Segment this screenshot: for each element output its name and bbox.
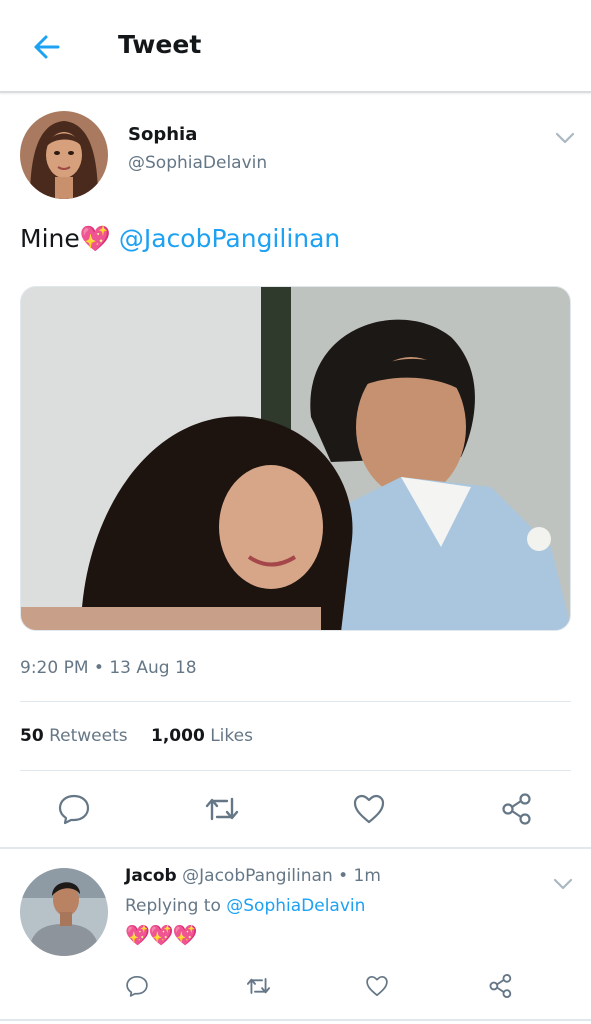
retweet-icon	[246, 978, 271, 994]
comment-icon	[126, 975, 148, 997]
likes-stat[interactable]: 1,000 Likes	[151, 726, 253, 746]
retweet-button[interactable]	[203, 792, 241, 826]
reply-options-button[interactable]	[552, 876, 574, 890]
replying-to-link[interactable]: @SophiaDelavin	[226, 896, 365, 916]
reply-author-handle[interactable]: @JacobPangilinan	[182, 866, 333, 886]
retweets-count: 50	[20, 726, 44, 746]
divider	[20, 701, 571, 702]
like-button[interactable]	[352, 792, 386, 826]
section-separator	[0, 847, 591, 849]
heart-icon	[366, 975, 388, 997]
page-title: Tweet	[118, 30, 202, 59]
reply-like-button[interactable]	[365, 974, 389, 998]
retweets-stat[interactable]: 50 Retweets	[20, 726, 128, 746]
tweet-text: Mine💖 @JacobPangilinan	[20, 224, 340, 254]
mention-link[interactable]: @JacobPangilinan	[119, 224, 340, 253]
section-separator	[0, 1019, 591, 1021]
likes-count: 1,000	[151, 726, 205, 746]
top-app-bar: Tweet	[0, 0, 591, 93]
comment-icon	[58, 794, 90, 825]
replying-to: Replying to @SophiaDelavin	[125, 896, 365, 916]
reply-reply-button[interactable]	[125, 974, 149, 998]
tweet-body: Mine	[20, 224, 80, 253]
reply-author-avatar[interactable]	[20, 868, 108, 956]
tweet-options-button[interactable]	[554, 130, 576, 144]
reply-author: Jacob @JacobPangilinan • 1m	[125, 866, 381, 886]
tweet-timestamp: 9:20 PM • 13 Aug 18	[20, 658, 197, 678]
share-icon	[489, 973, 512, 999]
author-handle[interactable]: @SophiaDelavin	[128, 153, 267, 173]
reply-share-button[interactable]	[487, 973, 513, 999]
chevron-down-icon	[553, 878, 573, 890]
reply-author-name[interactable]: Jacob	[125, 866, 177, 886]
retweets-label: Retweets	[49, 726, 128, 746]
replying-prefix: Replying to	[125, 896, 221, 916]
share-button[interactable]	[499, 792, 533, 826]
reply-retweet-button[interactable]	[245, 974, 272, 998]
author-avatar[interactable]	[20, 111, 108, 199]
tweet-media[interactable]	[20, 286, 571, 631]
sparkling-heart-emoji: 💖	[79, 224, 111, 253]
back-button[interactable]	[28, 28, 66, 66]
reply-text: 💖💖💖	[125, 923, 198, 947]
chevron-down-icon	[555, 132, 575, 144]
retweet-icon	[205, 797, 239, 821]
reply-time: • 1m	[338, 866, 381, 886]
arrow-left-icon	[34, 35, 60, 59]
reply-button[interactable]	[57, 792, 91, 826]
divider	[20, 770, 571, 771]
tweet-stats: 50 Retweets 1,000 Likes	[20, 726, 271, 746]
author-name[interactable]: Sophia	[128, 124, 197, 145]
likes-label: Likes	[210, 726, 253, 746]
heart-icon	[353, 794, 385, 824]
share-icon	[502, 793, 531, 825]
